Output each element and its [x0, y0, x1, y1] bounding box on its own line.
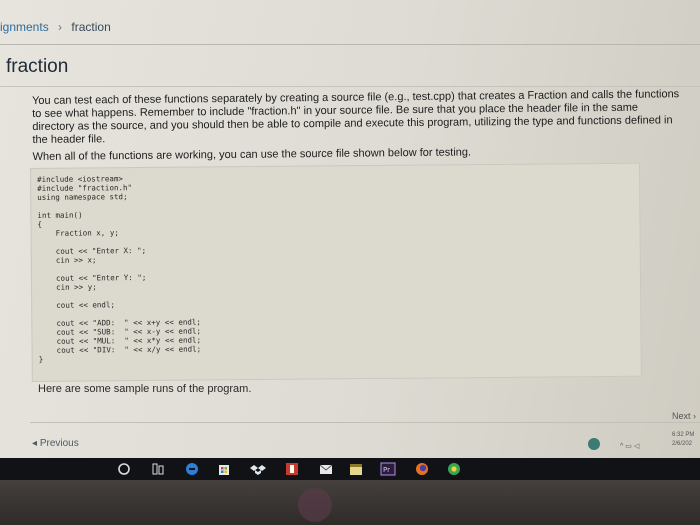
browser-viewport: ignments › fraction fraction You can tes…	[0, 0, 700, 458]
previous-button[interactable]: ◂ Previous	[32, 438, 79, 449]
task-view-icon[interactable]	[150, 461, 166, 477]
divider	[30, 422, 700, 423]
previous-label: Previous	[39, 438, 79, 449]
code-block: #include <iostream> #include "fraction.h…	[30, 162, 642, 382]
divider	[0, 44, 700, 45]
code-listing: #include <iostream> #include "fraction.h…	[37, 174, 202, 364]
next-button[interactable]: Next ›	[672, 411, 696, 421]
laptop-bezel	[0, 480, 700, 525]
page-title: fraction	[6, 56, 69, 77]
breadcrumb-assignments-link[interactable]: ignments	[0, 20, 49, 34]
next-label: Next	[672, 411, 691, 421]
store-icon[interactable]	[216, 461, 232, 477]
premiere-icon[interactable]: Pr	[380, 461, 396, 477]
instructions-paragraph: You can test each of these functions sep…	[32, 88, 680, 146]
instructions-testing-note: When all of the functions are working, y…	[32, 146, 472, 163]
calendar-icon[interactable]	[348, 461, 364, 477]
chat-icon[interactable]	[588, 438, 600, 450]
breadcrumb: ignments › fraction	[0, 20, 111, 40]
chrome-icon[interactable]	[446, 461, 462, 477]
sample-runs-heading: Here are some sample runs of the program…	[38, 383, 252, 395]
breadcrumb-current: fraction	[71, 20, 111, 34]
instructions: You can test each of these functions sep…	[32, 88, 683, 164]
edge-icon[interactable]	[184, 461, 200, 477]
taskbar: Pr	[0, 458, 700, 480]
dropbox-icon[interactable]	[250, 461, 266, 477]
network-icon[interactable]: ▭	[625, 443, 634, 450]
chevron-right-icon: ›	[693, 411, 697, 421]
app-icon[interactable]	[284, 461, 300, 477]
system-tray-icons[interactable]: ^▭◁	[620, 442, 641, 450]
hp-logo-icon	[298, 488, 332, 522]
chevron-left-icon: ◂	[32, 438, 38, 449]
svg-text:Pr: Pr	[383, 466, 390, 474]
start-icon[interactable]	[116, 461, 132, 477]
clock[interactable]: 6:32 PM 2/6/202	[672, 431, 700, 449]
firefox-icon[interactable]	[414, 461, 430, 477]
divider	[0, 86, 700, 87]
clock-time: 6:32 PM	[672, 432, 695, 438]
breadcrumb-separator: ›	[58, 20, 63, 34]
mail-icon[interactable]	[318, 461, 334, 477]
volume-icon[interactable]: ◁	[634, 443, 641, 450]
clock-date: 2/6/202	[672, 441, 693, 447]
